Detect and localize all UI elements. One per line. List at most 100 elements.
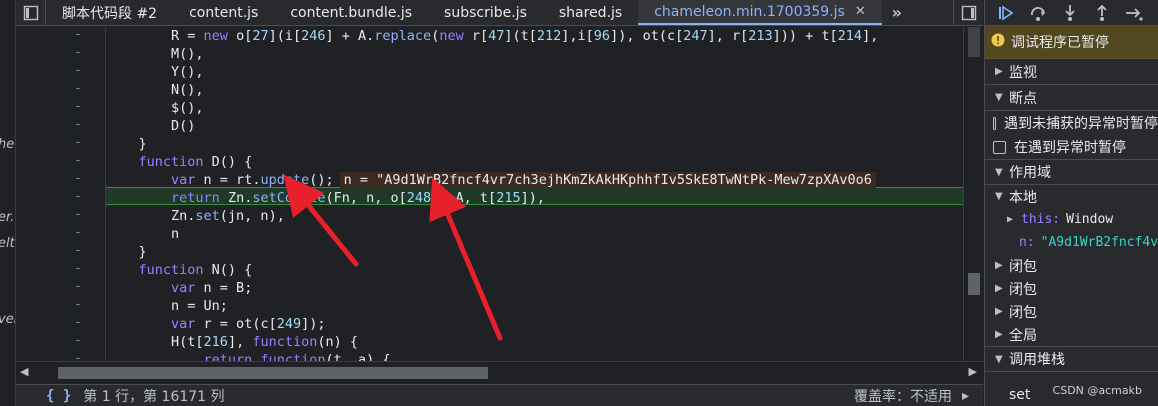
code-line: function N() { (106, 261, 253, 279)
tab-label: chameleon.min.1700359.js (654, 3, 845, 20)
pause-on-uncaught-row: 遇到未捕获的异常时暂停 (985, 111, 1158, 135)
code-line: var r = ot(c[249]); (106, 315, 325, 333)
scope-prop-this[interactable]: ▶ this: Window (985, 208, 1158, 231)
caret-down-icon: ▼ (995, 166, 1003, 178)
tab-subscribe-js[interactable]: subscribe.js (428, 0, 543, 25)
paused-banner: 调试程序已暂停 (985, 26, 1158, 59)
line-marker[interactable]: - (74, 153, 82, 168)
tab-content-js[interactable]: content.js (173, 0, 274, 25)
tab-snippet[interactable]: 脚本代码段 #2 (46, 0, 173, 25)
pause-on-caught-row: 在遇到异常时暂停 (985, 135, 1158, 159)
scope-closure[interactable]: ▶ 闭包 (985, 300, 1158, 323)
line-marker[interactable]: - (74, 189, 82, 204)
caret-right-icon: ▶ (995, 66, 1003, 77)
line-marker[interactable]: - (74, 117, 82, 132)
line-marker[interactable]: - (74, 351, 82, 361)
tab-chameleon-js[interactable]: chameleon.min.1700359.js ✕ (638, 0, 882, 25)
scroll-left-icon[interactable]: ◀ (20, 365, 28, 378)
paused-text: 调试程序已暂停 (1011, 35, 1109, 51)
scope-local[interactable]: ▼ 本地 (985, 185, 1158, 208)
line-marker[interactable]: - (74, 243, 82, 258)
debugger-panel-toggle-icon[interactable] (953, 0, 983, 25)
debugger-toolbar (985, 0, 1158, 26)
checkbox-label: 在遇到异常时暂停 (1014, 140, 1126, 156)
section-title: 调用堆栈 (1009, 352, 1065, 368)
scroll-right-icon[interactable]: ▶ (969, 365, 977, 378)
step-icon[interactable] (1125, 4, 1143, 22)
section-callstack[interactable]: ▼ 调用堆栈 (985, 346, 1158, 372)
step-out-icon[interactable] (1093, 4, 1111, 22)
section-breakpoints[interactable]: ▼ 断点 (985, 85, 1158, 111)
watermark: CSDN @acmakb (1052, 384, 1142, 397)
pretty-print-icon[interactable]: { } (46, 388, 71, 404)
section-watch[interactable]: ▶ 监视 (985, 59, 1158, 85)
code-editor[interactable]: - - - - - - - - - - - - - - - - - - - R = new o[27](i[246]… (16, 27, 963, 361)
code-text: var n = B; (171, 280, 253, 296)
line-marker[interactable]: - (74, 27, 82, 42)
line-marker[interactable]: - (74, 207, 82, 222)
code-area[interactable]: R = new o[27](i[246] + A.replace(new r[4… (106, 27, 963, 361)
horizontal-scrollbar[interactable]: ◀ ▶ (16, 361, 983, 383)
caret-down-icon: ▼ (995, 353, 1003, 365)
horizontal-scroll-thumb[interactable] (58, 367, 488, 379)
tab-label: shared.js (558, 4, 623, 21)
scope-label: 全局 (1009, 327, 1037, 344)
code-line: R = new o[27](i[246] + A.replace(new r[4… (106, 27, 878, 45)
code-line: var n = B; (106, 279, 252, 297)
code-text: n (106, 226, 180, 242)
line-marker[interactable]: - (74, 333, 82, 348)
section-title: 监视 (1009, 64, 1037, 81)
line-marker[interactable]: - (74, 279, 82, 294)
debugger-sidebar: 调试程序已暂停 ▶ 监视 ▼ 断点 遇到未捕获的异常时暂停 在遇到异常时暂停 ▼… (984, 0, 1158, 406)
line-marker[interactable]: - (74, 81, 82, 96)
line-marker[interactable]: - (74, 63, 82, 78)
code-text: } (106, 244, 147, 260)
pause-uncaught-checkbox[interactable] (993, 116, 996, 130)
caret-right-icon: ▶ (1007, 214, 1014, 225)
line-marker[interactable]: - (74, 297, 82, 312)
line-marker[interactable]: - (74, 99, 82, 114)
code-text: var n = rt.update(); (171, 172, 334, 188)
coverage-menu-icon[interactable]: ▸ (962, 388, 969, 404)
left-panel-text: ver (0, 312, 15, 327)
scope-closure[interactable]: ▶ 闭包 (985, 277, 1158, 300)
code-text: H(t[216], function(n) { (106, 334, 358, 350)
scope-closure[interactable]: ▶ 闭包 (985, 254, 1158, 277)
close-icon[interactable]: ✕ (855, 4, 866, 19)
navigator-toggle-icon[interactable] (16, 0, 46, 25)
line-marker[interactable]: - (74, 261, 82, 276)
step-over-icon[interactable] (1029, 4, 1047, 22)
scope-global[interactable]: ▶ 全局 (985, 323, 1158, 346)
tab-shared-js[interactable]: shared.js (543, 0, 638, 25)
code-text: function D() { (138, 154, 253, 170)
scope-prop-n[interactable]: n: "A9d1WrB2fncf4vr7 (985, 231, 1158, 254)
step-into-icon[interactable] (1061, 4, 1079, 22)
line-marker[interactable]: - (74, 45, 82, 60)
line-marker[interactable]: - (74, 135, 82, 150)
resume-icon[interactable] (997, 4, 1015, 22)
vertical-scrollbar[interactable] (963, 27, 983, 361)
code-line: n (106, 225, 179, 243)
vertical-scroll-thumb[interactable] (968, 273, 980, 295)
code-line: var n = rt.update(); n = "A9d1WrB2fncf4vr… (106, 171, 876, 189)
code-text: function N() { (138, 262, 253, 278)
code-text: return Zn.setCookie(Fn, n, o[248], A, t[… (171, 190, 545, 206)
code-line: D() (106, 117, 195, 135)
left-panel-edge: he er. elte ver (0, 0, 16, 406)
code-text: Zn.set(jn, n), (106, 208, 285, 224)
code-line: Y(), (106, 63, 204, 81)
line-marker[interactable]: - (74, 225, 82, 240)
section-title: 作用域 (1009, 165, 1051, 181)
pause-caught-checkbox[interactable] (993, 140, 1006, 154)
scope-label: 闭包 (1009, 258, 1037, 275)
section-scope[interactable]: ▼ 作用域 (985, 159, 1158, 185)
tab-content-bundle-js[interactable]: content.bundle.js (274, 0, 428, 25)
code-text: N(), (106, 82, 204, 98)
coverage-status: 覆盖率：不适用 (853, 388, 952, 405)
more-tabs-icon[interactable]: » (882, 0, 912, 25)
line-marker[interactable]: - (74, 171, 82, 186)
line-marker[interactable]: - (74, 315, 82, 330)
code-text: n = Un; (106, 298, 228, 314)
code-line: M(), (106, 45, 204, 63)
line-gutter[interactable]: - - - - - - - - - - - - - - - - - - - (16, 27, 106, 361)
